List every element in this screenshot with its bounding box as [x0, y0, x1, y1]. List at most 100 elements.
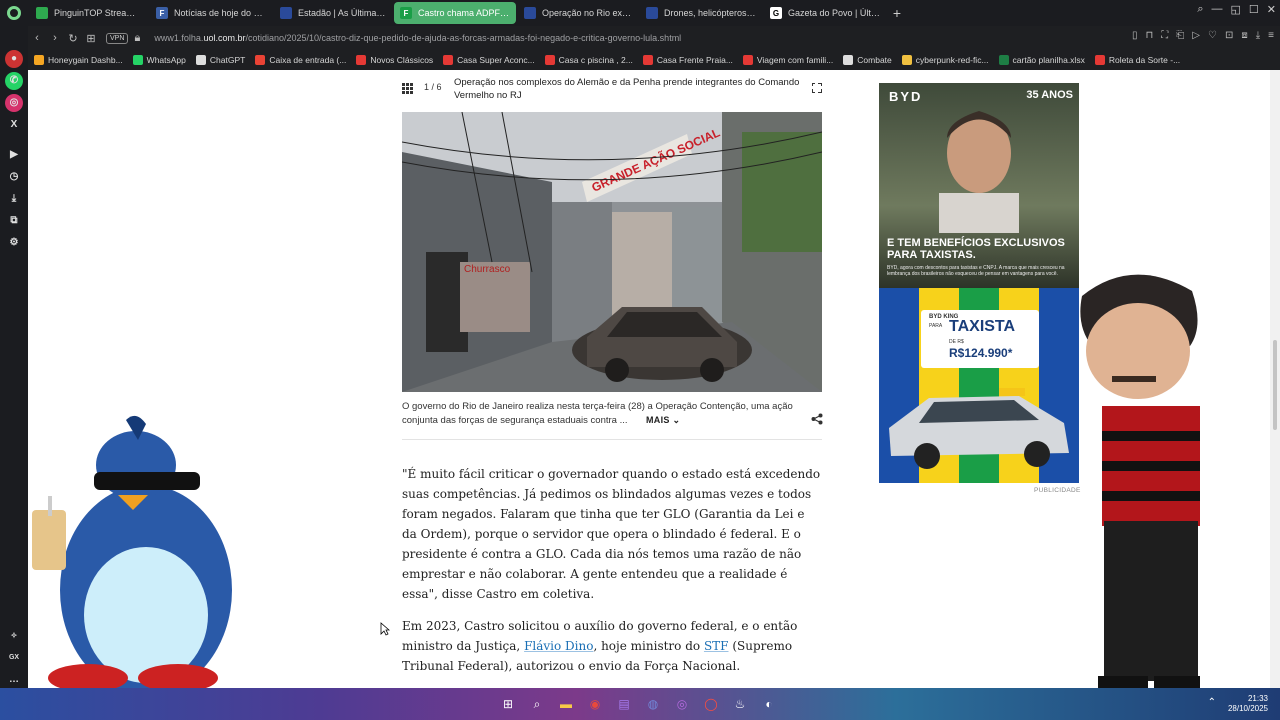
extensions-puzzle-icon[interactable]: ⧈	[1241, 30, 1247, 41]
street-photo-illustration: Churrasco GRANDE AÇÃO SOCIAL	[402, 112, 822, 392]
bookmark-item[interactable]: Combate	[843, 55, 892, 65]
x-twitter-icon[interactable]: X	[5, 116, 23, 134]
app3-icon[interactable]: ◐	[759, 694, 779, 714]
opera-gx-icon[interactable]: ◯	[701, 694, 721, 714]
bookmark-item[interactable]: Casa c piscina , 2...	[544, 55, 633, 65]
bookmark-favicon-icon	[901, 55, 912, 65]
download-icon[interactable]: ⤓	[1256, 30, 1260, 41]
tab-3[interactable]: Estadão | As Últimas Not	[274, 2, 392, 24]
bookmark-item[interactable]: Novos Clássicos	[356, 55, 433, 65]
messenger-icon[interactable]: ●	[5, 50, 23, 68]
search-icon[interactable]: ⌕	[527, 694, 547, 714]
minimize-icon[interactable]: —	[1212, 3, 1223, 16]
downloads-icon[interactable]: ⤓	[5, 190, 23, 208]
instagram-icon[interactable]: ◎	[5, 93, 23, 112]
tab-1[interactable]: PinguinTOP Stream - Wa	[30, 2, 148, 24]
link-flavio-dino[interactable]: Flávio Dino	[524, 639, 593, 653]
maximize-icon[interactable]: ☐	[1249, 3, 1259, 16]
gx-icon[interactable]: GX	[5, 648, 23, 666]
tab-6[interactable]: Drones, helicópteros e do	[640, 2, 762, 24]
app2-icon[interactable]: ◎	[672, 694, 692, 714]
bookmark-label: Combate	[857, 55, 892, 65]
file-explorer-icon[interactable]: ▬	[556, 694, 576, 714]
windows-start-icon[interactable]: ⊞	[498, 694, 518, 714]
reader-icon[interactable]: ▯	[1132, 30, 1138, 41]
system-tray-icon[interactable]: ⌃	[1208, 697, 1216, 708]
bookmark-item[interactable]: Roleta da Sorte -...	[1094, 55, 1180, 65]
search-icon[interactable]: ⌕	[1197, 3, 1203, 16]
ad-model-sub: PARA	[929, 323, 943, 329]
url-field[interactable]: www1.folha.uol.com.br/cotidiano/2025/10/…	[154, 33, 681, 43]
bookmark-item[interactable]: cyberpunk-red-fic...	[901, 55, 989, 65]
bookmark-item[interactable]: ChatGPT	[195, 55, 245, 65]
vpn-badge[interactable]: VPN	[106, 32, 129, 44]
url-domain: uol.com.br	[203, 33, 246, 43]
wallet-icon[interactable]: ⊡	[1225, 30, 1233, 41]
bookmark-item[interactable]: Honeygain Dashb...	[34, 55, 123, 65]
article-body: "É muito fácil criticar o governador qua…	[402, 464, 822, 688]
bookmark-item[interactable]: Casa Frente Praia...	[642, 55, 733, 65]
steam-icon[interactable]: ♨	[730, 694, 750, 714]
tab-5[interactable]: Operação no Rio expõe	[518, 2, 638, 24]
whatsapp-icon[interactable]: ✆	[5, 71, 23, 90]
tab-2[interactable]: F Notícias de hoje do Brasil	[150, 2, 272, 24]
ad-bottom-panel: BYD KING PARA TAXISTA DE R$ R$124.990*	[879, 288, 1079, 483]
snapshot-icon[interactable]: ◱	[1231, 3, 1241, 16]
more-icon[interactable]: …	[5, 670, 23, 688]
ad-small-text: BYD, agora com descontos para taxistas e…	[887, 265, 1065, 277]
bookmark-item[interactable]: cartão planilha.xlsx	[998, 55, 1085, 65]
back-icon[interactable]: ‹	[28, 32, 46, 44]
player-icon[interactable]: ▶	[5, 146, 23, 164]
chrome-icon[interactable]: ◉	[585, 694, 605, 714]
taskbar: ⊞ ⌕ ▬ ◉ ▤ ◍ ◎ ◯ ♨ ◐ ⌃ 21:33 28/10/2025	[0, 688, 1280, 720]
system-clock[interactable]: 21:33 28/10/2025	[1228, 694, 1268, 714]
reload-icon[interactable]: ↻	[64, 32, 82, 45]
discord-icon[interactable]: ◍	[643, 694, 663, 714]
history-icon[interactable]: ◷	[5, 168, 23, 186]
bookmark-item[interactable]: Casa Super Aconc...	[443, 55, 535, 65]
new-tab-plus-icon[interactable]: +	[886, 2, 908, 24]
heart-icon[interactable]: ♡	[1208, 30, 1217, 41]
gallery-photo[interactable]: Churrasco GRANDE AÇÃO SOCIAL	[402, 112, 822, 392]
bookmark-favicon-icon	[1094, 55, 1105, 65]
bookmark-item[interactable]: WhatsApp	[132, 55, 186, 65]
bookmark-label: Casa c piscina , 2...	[558, 55, 633, 65]
fullscreen-icon[interactable]	[811, 82, 822, 93]
forward-icon[interactable]: ›	[46, 32, 64, 44]
bookmark-label: Novos Clássicos	[370, 55, 434, 65]
ad-headline: E TEM BENEFÍCIOS EXCLUSIVOS PARA TAXISTA…	[887, 237, 1065, 261]
gallery-grid-icon[interactable]	[402, 83, 413, 94]
home-grid-icon[interactable]: ⊞	[82, 32, 100, 45]
share-icon[interactable]	[811, 413, 823, 425]
link-stf[interactable]: STF	[704, 639, 729, 653]
bookmark-item[interactable]: Caixa de entrada (...	[255, 55, 346, 65]
bookmark-favicon-icon	[998, 55, 1009, 65]
play-icon[interactable]: ▷	[1192, 30, 1200, 41]
snapshot-icon[interactable]: ⛶	[1161, 30, 1168, 41]
photo-sign-text: Churrasco	[464, 264, 511, 275]
more-label: MAIS	[646, 415, 670, 425]
pin-icon[interactable]: ⊓	[1145, 30, 1153, 41]
bookmark-favicon-icon	[742, 55, 753, 65]
page-scrollbar[interactable]	[1270, 70, 1280, 688]
tab-strip: PinguinTOP Stream - Wa F Notícias de hoje …	[0, 0, 1280, 26]
share-page-icon[interactable]: ⎗	[1176, 30, 1184, 41]
bookmark-item[interactable]: Viagem com famili...	[742, 55, 833, 65]
more-button[interactable]: MAIS ⌄	[646, 415, 680, 426]
lock-icon[interactable]: 🔒︎	[128, 32, 146, 45]
tab-7[interactable]: G Gazeta do Povo | Últimas	[764, 2, 886, 24]
opera-logo-icon[interactable]	[0, 0, 28, 26]
close-icon[interactable]: ✕	[1267, 3, 1276, 16]
app-icon[interactable]: ▤	[614, 694, 634, 714]
settings-icon[interactable]: ⚙	[5, 233, 23, 251]
ad-person-illustration	[939, 111, 1019, 233]
sidebar-bottom-icon-1[interactable]: ✧	[5, 626, 23, 644]
bookmark-favicon-icon	[443, 55, 454, 65]
byd-advertisement[interactable]: BYD 35 ANOS E TEM BENEFÍCIOS EXCLUSIVOS …	[879, 83, 1079, 483]
clock-time: 21:33	[1247, 694, 1268, 703]
scrollbar-thumb[interactable]	[1273, 340, 1277, 430]
tab-4[interactable]: F Castro chama ADPF de "	[394, 2, 516, 24]
menu-icon[interactable]: ≡	[1268, 30, 1274, 41]
paragraph-text: , hoje ministro do	[593, 639, 704, 653]
extensions-icon[interactable]: ⧉	[5, 211, 23, 229]
